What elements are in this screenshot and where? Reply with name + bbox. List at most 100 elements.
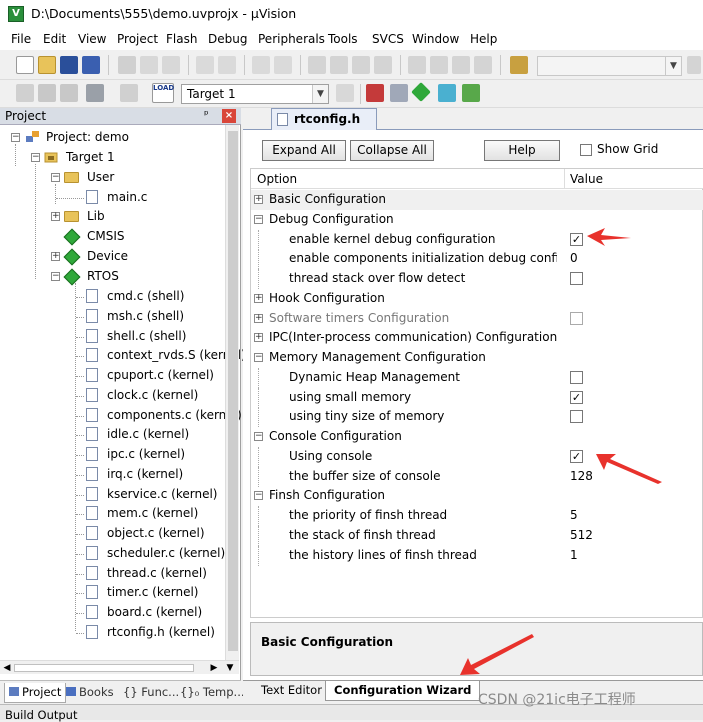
pin-icon[interactable]: ᵖ [204, 108, 209, 121]
config-option-checkbox[interactable] [570, 370, 583, 384]
navigate-forward-icon[interactable] [274, 56, 292, 74]
scroll-down-icon[interactable]: ▼ [224, 662, 236, 674]
navigate-back-icon[interactable] [252, 56, 270, 74]
config-option-row[interactable]: the history lines of finsh thread 1 [251, 545, 703, 566]
menu-help[interactable]: Help [470, 32, 497, 46]
find-icon[interactable] [687, 56, 701, 74]
config-section-row[interactable]: − Debug Configuration [251, 210, 703, 230]
clear-bookmarks-icon[interactable] [374, 56, 392, 74]
uncomment-icon[interactable] [474, 56, 492, 74]
tab-books[interactable]: Books [62, 683, 118, 703]
horizontal-scrollbar[interactable]: ◀ ▶ ▼ [0, 660, 239, 674]
tab-functions[interactable]: {} Func... [119, 683, 183, 703]
config-option-checkbox[interactable] [570, 311, 583, 325]
close-icon[interactable]: × [222, 109, 236, 123]
expand-all-button[interactable]: Expand All [262, 140, 346, 161]
menu-svcs[interactable]: SVCS [372, 32, 404, 46]
vertical-scrollbar[interactable] [225, 125, 239, 660]
menu-window[interactable]: Window [412, 32, 459, 46]
tab-text-editor[interactable]: Text Editor [253, 681, 330, 701]
expand-icon[interactable]: + [254, 293, 263, 303]
config-section-row[interactable]: − Finsh Configuration [251, 486, 703, 506]
expand-icon[interactable]: + [254, 195, 263, 204]
copy-icon[interactable] [140, 56, 158, 74]
config-option-value[interactable]: 1 [570, 548, 578, 562]
expand-icon[interactable]: + [51, 252, 60, 261]
config-option-row[interactable]: thread stack over flow detect [251, 269, 703, 289]
config-option-checkbox[interactable] [570, 272, 583, 285]
config-section-row[interactable]: − Memory Management Configuration [251, 348, 703, 368]
config-option-value[interactable]: 0 [570, 251, 578, 265]
rebuild-icon[interactable] [60, 84, 78, 102]
stop-build-icon[interactable] [120, 84, 138, 102]
save-all-icon[interactable] [82, 56, 100, 74]
collapse-icon[interactable]: − [254, 214, 263, 224]
config-section-row[interactable]: + Hook Configuration [251, 289, 703, 309]
collapse-icon[interactable]: − [254, 353, 263, 362]
menu-view[interactable]: View [78, 32, 106, 46]
config-option-checkbox[interactable]: ✓ [570, 449, 583, 463]
config-option-row[interactable]: enable components initialization debug c… [251, 249, 703, 270]
options-for-target-icon[interactable] [336, 84, 354, 102]
menu-tools[interactable]: Tools [328, 32, 358, 46]
save-icon[interactable] [60, 56, 78, 74]
prev-bookmark-icon[interactable] [330, 56, 348, 74]
config-section-row[interactable]: − Console Configuration [251, 427, 703, 447]
config-option-row[interactable]: using tiny size of memory [251, 407, 703, 428]
show-grid-checkbox[interactable] [580, 144, 592, 156]
unindent-icon[interactable] [430, 56, 448, 74]
next-bookmark-icon[interactable] [352, 56, 370, 74]
collapse-icon[interactable]: − [51, 173, 60, 182]
pack-installer-icon[interactable] [438, 84, 456, 102]
undo-icon[interactable] [196, 56, 214, 74]
menu-flash[interactable]: Flash [166, 32, 197, 46]
config-option-value[interactable]: 512 [570, 528, 593, 542]
tab-templates[interactable]: {}₀ Temp... [176, 683, 249, 703]
tab-project[interactable]: Project [4, 683, 67, 703]
config-option-checkbox[interactable] [570, 410, 583, 424]
manage-project-items-icon[interactable] [366, 84, 384, 102]
menu-debug[interactable]: Debug [208, 32, 247, 46]
batch-build-icon[interactable] [86, 84, 104, 102]
scroll-left-icon[interactable]: ◀ [1, 662, 13, 674]
load-download-icon[interactable]: LOAD [152, 83, 174, 103]
config-option-checkbox[interactable]: ✓ [570, 390, 583, 404]
manage-rte-icon[interactable] [411, 82, 431, 102]
config-option-row[interactable]: the stack of finsh thread 512 [251, 525, 703, 546]
collapse-icon[interactable]: − [254, 491, 263, 501]
config-option-row[interactable]: using small memory ✓ [251, 387, 703, 408]
run-time-environment-icon[interactable] [462, 84, 480, 102]
select-packs-icon[interactable] [390, 84, 408, 102]
expand-icon[interactable]: + [51, 212, 60, 221]
find-combo[interactable]: ▼ [537, 56, 682, 76]
tab-configuration-wizard[interactable]: Configuration Wizard [325, 681, 481, 701]
config-option-row[interactable]: Dynamic Heap Management [251, 367, 703, 388]
config-section-row[interactable]: + IPC(Inter-process communication) Config… [251, 328, 703, 348]
menu-edit[interactable]: Edit [43, 32, 66, 46]
collapse-icon[interactable]: − [11, 133, 20, 142]
config-section-row[interactable]: + Software timers Configuration [251, 309, 703, 329]
build-icon[interactable] [38, 84, 56, 102]
config-option-row[interactable]: the priority of finsh thread 5 [251, 506, 703, 526]
menu-file[interactable]: File [11, 32, 31, 46]
collapse-icon[interactable]: − [254, 432, 263, 441]
scroll-right-icon[interactable]: ▶ [208, 662, 220, 674]
help-button[interactable]: Help [484, 140, 560, 161]
scroll-thumb[interactable] [14, 664, 194, 672]
tab-rtconfig[interactable]: rtconfig.h [271, 108, 377, 130]
config-option-value[interactable]: 5 [570, 508, 578, 522]
translate-icon[interactable] [16, 84, 34, 102]
collapse-all-button[interactable]: Collapse All [350, 140, 434, 161]
scroll-thumb[interactable] [228, 131, 238, 651]
collapse-icon[interactable]: − [31, 153, 40, 162]
collapse-icon[interactable]: − [51, 272, 60, 281]
comment-icon[interactable] [452, 56, 470, 74]
config-option-checkbox[interactable]: ✓ [570, 232, 583, 246]
config-option-row[interactable]: enable kernel debug configuration ✓ [251, 229, 703, 250]
chevron-down-icon[interactable]: ▼ [665, 57, 681, 75]
column-divider[interactable] [564, 169, 565, 189]
menu-project[interactable]: Project [117, 32, 158, 46]
menu-peripherals[interactable]: Peripherals [258, 32, 325, 46]
config-option-value[interactable]: 128 [570, 469, 593, 483]
expand-icon[interactable]: + [254, 313, 263, 323]
